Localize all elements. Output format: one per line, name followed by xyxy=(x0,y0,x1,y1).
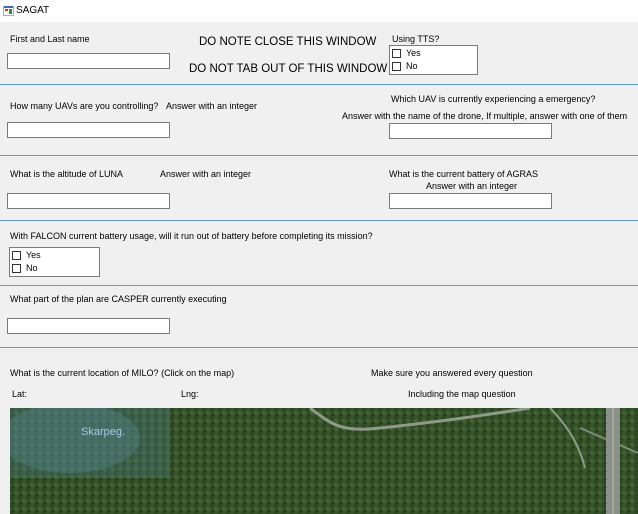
emergency-input[interactable] xyxy=(389,123,552,139)
falcon-checkbox-group: Yes No xyxy=(9,247,100,277)
lat-label: Lat: xyxy=(12,389,28,399)
window-title: SAGAT xyxy=(16,5,50,16)
tts-yes-checkbox[interactable] xyxy=(392,49,401,58)
reminder-line2: Including the map question xyxy=(408,389,516,399)
falcon-yes-checkbox[interactable] xyxy=(12,251,21,260)
section-divider xyxy=(0,347,638,348)
reminder-line1: Make sure you answered every question xyxy=(371,368,533,378)
battery-input[interactable] xyxy=(389,193,552,209)
lng-label: Lng: xyxy=(181,389,199,399)
emergency-question: Which UAV is currently experiencing a em… xyxy=(391,94,596,104)
altitude-input[interactable] xyxy=(7,193,170,209)
casper-question: What part of the plan are CASPER current… xyxy=(10,294,227,304)
tts-label: Using TTS? xyxy=(392,34,440,44)
section-divider xyxy=(0,220,638,221)
altitude-hint: Answer with an integer xyxy=(160,169,252,179)
battery-question: What is the current battery of AGRAS xyxy=(389,169,539,179)
falcon-yes-label: Yes xyxy=(26,250,41,260)
tts-checkbox-group: Yes No xyxy=(389,45,478,75)
casper-input[interactable] xyxy=(7,318,170,334)
location-question: What is the current location of MILO? (C… xyxy=(10,368,235,378)
name-input[interactable] xyxy=(7,53,170,69)
location-map[interactable]: Skarpeg. xyxy=(10,408,638,514)
tts-no-label: No xyxy=(406,61,418,71)
falcon-no-label: No xyxy=(26,263,38,273)
app-icon xyxy=(3,6,14,16)
falcon-question: With FALCON current battery usage, will … xyxy=(10,231,373,241)
uav-count-hint: Answer with an integer xyxy=(166,101,258,111)
falcon-no-checkbox[interactable] xyxy=(12,264,21,273)
title-bar: SAGAT xyxy=(0,0,638,22)
tts-yes-label: Yes xyxy=(406,48,421,58)
uav-count-question: How many UAVs are you controlling? xyxy=(10,101,159,111)
section-divider xyxy=(0,285,638,286)
warning-close-text: DO NOTE CLOSE THIS WINDOW xyxy=(199,36,377,48)
section-divider xyxy=(0,155,638,156)
battery-hint: Answer with an integer xyxy=(426,181,518,191)
warning-tab-text: DO NOT TAB OUT OF THIS WINDOW xyxy=(189,63,388,75)
satellite-imagery xyxy=(10,408,638,514)
name-label: First and Last name xyxy=(10,34,90,44)
map-place-label: Skarpeg. xyxy=(81,426,126,438)
tts-no-checkbox[interactable] xyxy=(392,62,401,71)
emergency-hint: Answer with the name of the drone, If mu… xyxy=(342,111,628,121)
altitude-question: What is the altitude of LUNA xyxy=(10,169,124,179)
uav-count-input[interactable] xyxy=(7,122,170,138)
section-divider xyxy=(0,84,638,85)
